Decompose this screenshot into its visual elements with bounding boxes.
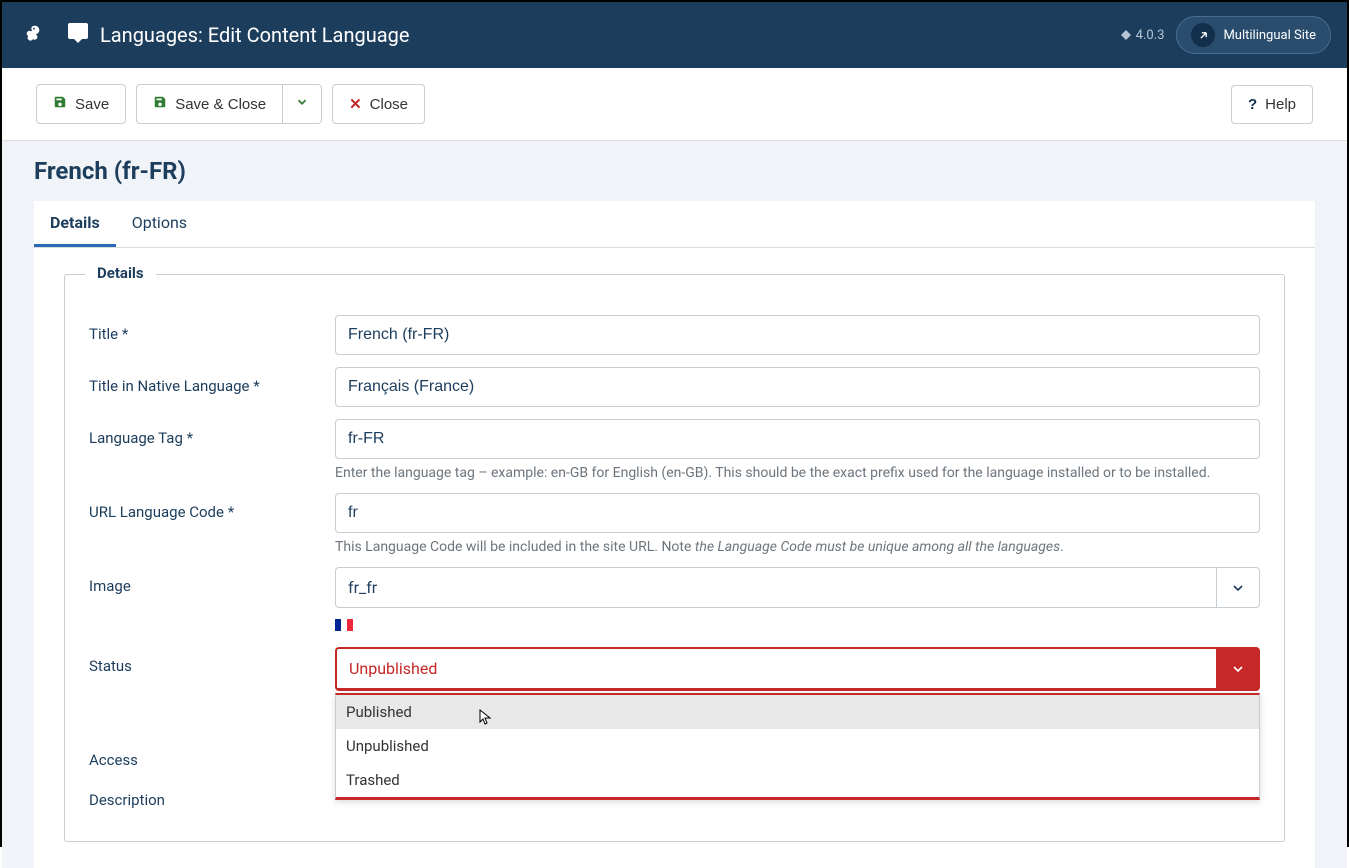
- help-icon: ?: [1248, 96, 1257, 113]
- flag-preview: [335, 616, 353, 635]
- save-close-group: Save & Close: [136, 84, 322, 124]
- details-fieldset: Details Title * Title in Native Language…: [64, 274, 1285, 842]
- version-badge: 4.0.3: [1120, 28, 1165, 43]
- status-select[interactable]: Unpublished: [335, 647, 1260, 691]
- save-close-dropdown-toggle[interactable]: [282, 84, 322, 124]
- status-dropdown: Published Unpublished Trashed: [335, 693, 1260, 800]
- close-button[interactable]: ✕ Close: [332, 84, 425, 124]
- language-tag-field[interactable]: [335, 419, 1260, 459]
- label-description: Description: [89, 781, 335, 809]
- label-image: Image: [89, 567, 335, 595]
- help-tag: Enter the language tag – example: en-GB …: [335, 465, 1260, 481]
- image-select[interactable]: fr_fr: [335, 567, 1260, 608]
- page-title: French (fr-FR): [34, 157, 1315, 185]
- label-status: Status: [89, 647, 335, 675]
- comments-icon: [66, 21, 90, 49]
- site-link-button[interactable]: Multilingual Site: [1176, 16, 1331, 54]
- status-option-published[interactable]: Published: [336, 695, 1259, 729]
- url-code-field[interactable]: [335, 493, 1260, 533]
- save-icon: [153, 95, 167, 113]
- save-icon: [53, 95, 67, 113]
- external-link-icon: [1191, 23, 1215, 47]
- toolbar: Save Save & Close ✕ Close ? Help: [2, 68, 1347, 141]
- label-title: Title *: [89, 315, 335, 343]
- save-button[interactable]: Save: [36, 84, 126, 124]
- label-urlcode: URL Language Code *: [89, 493, 335, 521]
- chevron-down-icon: [1216, 647, 1260, 691]
- status-option-unpublished[interactable]: Unpublished: [336, 729, 1259, 763]
- tabs: Details Options: [34, 201, 1315, 248]
- title-field[interactable]: [335, 315, 1260, 355]
- help-button[interactable]: ? Help: [1231, 85, 1313, 124]
- chevron-down-icon: [295, 95, 309, 113]
- label-access: Access: [89, 741, 335, 769]
- fieldset-legend: Details: [85, 264, 156, 282]
- chevron-down-icon: [1216, 567, 1260, 608]
- joomla-logo-icon[interactable]: [18, 19, 50, 51]
- help-urlcode: This Language Code will be included in t…: [335, 539, 1260, 555]
- native-title-field[interactable]: [335, 367, 1260, 407]
- status-option-trashed[interactable]: Trashed: [336, 763, 1259, 797]
- label-native: Title in Native Language *: [89, 367, 335, 395]
- admin-header: Languages: Edit Content Language 4.0.3 M…: [2, 2, 1347, 68]
- label-tag: Language Tag *: [89, 419, 335, 447]
- close-icon: ✕: [349, 95, 362, 113]
- page-header-title: Languages: Edit Content Language: [100, 23, 409, 47]
- tab-options[interactable]: Options: [116, 201, 203, 247]
- save-close-button[interactable]: Save & Close: [136, 84, 282, 124]
- tab-details[interactable]: Details: [34, 201, 116, 247]
- flag-fr-icon: [335, 619, 353, 631]
